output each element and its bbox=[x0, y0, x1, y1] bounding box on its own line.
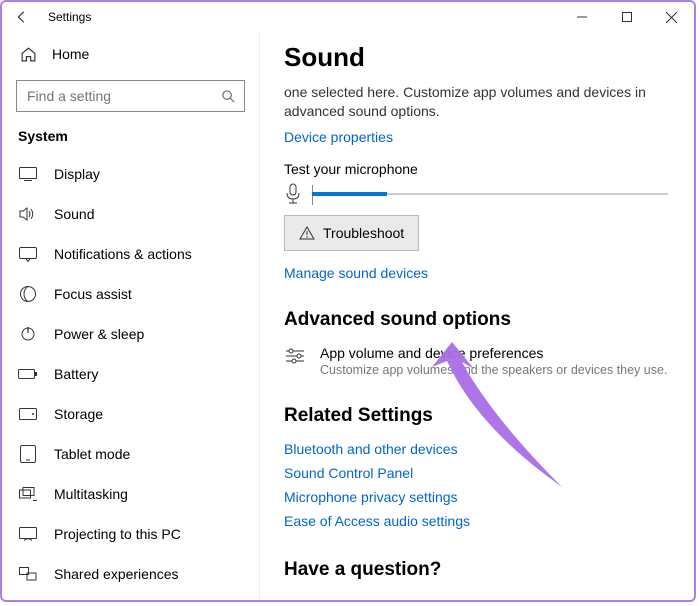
related-link-sound-control-panel[interactable]: Sound Control Panel bbox=[284, 465, 668, 481]
nav-item-battery[interactable]: Battery bbox=[2, 354, 259, 394]
home-nav-item[interactable]: Home bbox=[2, 36, 259, 72]
related-link-ease-of-access[interactable]: Ease of Access audio settings bbox=[284, 513, 668, 529]
page-title: Sound bbox=[284, 42, 668, 73]
nav-item-multitasking[interactable]: Multitasking bbox=[2, 474, 259, 514]
tablet-icon bbox=[18, 445, 38, 463]
close-icon bbox=[666, 12, 677, 23]
device-properties-link[interactable]: Device properties bbox=[284, 129, 668, 145]
multitasking-icon bbox=[18, 487, 38, 501]
back-button[interactable] bbox=[10, 5, 34, 29]
nav-label: Notifications & actions bbox=[54, 246, 192, 262]
advanced-item-title: App volume and device preferences bbox=[320, 345, 667, 361]
nav-item-projecting[interactable]: Projecting to this PC bbox=[2, 514, 259, 554]
nav-item-sound[interactable]: Sound bbox=[2, 194, 259, 234]
search-icon bbox=[221, 89, 236, 104]
question-heading: Have a question? bbox=[284, 559, 668, 581]
storage-icon bbox=[18, 408, 38, 420]
window-controls bbox=[559, 2, 694, 32]
manage-devices-link[interactable]: Manage sound devices bbox=[284, 265, 668, 281]
nav-label: Power & sleep bbox=[54, 326, 144, 342]
nav-item-power-sleep[interactable]: Power & sleep bbox=[2, 314, 259, 354]
advanced-item-desc: Customize app volumes and the speakers o… bbox=[320, 363, 667, 377]
page-subtext: one selected here. Customize app volumes… bbox=[284, 83, 668, 121]
maximize-button[interactable] bbox=[604, 2, 649, 32]
main-content: Sound one selected here. Customize app v… bbox=[260, 32, 694, 600]
search-input[interactable] bbox=[25, 87, 221, 105]
sidebar: Home System Display Sound Notifications … bbox=[2, 32, 260, 600]
shared-icon bbox=[18, 567, 38, 581]
nav-item-storage[interactable]: Storage bbox=[2, 394, 259, 434]
search-box[interactable] bbox=[16, 80, 245, 112]
display-icon bbox=[18, 167, 38, 181]
notifications-icon bbox=[18, 247, 38, 262]
mic-level-bar bbox=[312, 193, 668, 195]
nav-label: Battery bbox=[54, 366, 98, 382]
nav-item-notifications[interactable]: Notifications & actions bbox=[2, 234, 259, 274]
sound-icon bbox=[18, 206, 38, 222]
maximize-icon bbox=[622, 12, 632, 22]
battery-icon bbox=[18, 368, 38, 380]
power-icon bbox=[18, 326, 38, 342]
nav-item-display[interactable]: Display bbox=[2, 154, 259, 194]
nav-label: Multitasking bbox=[54, 486, 128, 502]
focus-assist-icon bbox=[18, 286, 38, 302]
titlebar: Settings bbox=[2, 2, 694, 32]
nav-label: Storage bbox=[54, 406, 103, 422]
sliders-icon bbox=[284, 347, 306, 365]
close-button[interactable] bbox=[649, 2, 694, 32]
app-volume-preferences-item[interactable]: App volume and device preferences Custom… bbox=[284, 345, 668, 377]
nav-label: Shared experiences bbox=[54, 566, 179, 582]
minimize-icon bbox=[577, 12, 587, 22]
related-link-microphone-privacy[interactable]: Microphone privacy settings bbox=[284, 489, 668, 505]
window-title: Settings bbox=[48, 10, 91, 24]
nav-item-shared-experiences[interactable]: Shared experiences bbox=[2, 554, 259, 594]
related-link-bluetooth[interactable]: Bluetooth and other devices bbox=[284, 441, 668, 457]
nav-item-tablet-mode[interactable]: Tablet mode bbox=[2, 434, 259, 474]
nav-label: Focus assist bbox=[54, 286, 132, 302]
section-heading: System bbox=[2, 124, 259, 154]
home-icon bbox=[18, 46, 38, 63]
microphone-icon bbox=[284, 183, 302, 205]
related-heading: Related Settings bbox=[284, 405, 668, 427]
nav-label: Display bbox=[54, 166, 100, 182]
nav-label: Sound bbox=[54, 206, 94, 222]
minimize-button[interactable] bbox=[559, 2, 604, 32]
test-mic-label: Test your microphone bbox=[284, 161, 668, 177]
troubleshoot-label: Troubleshoot bbox=[323, 225, 404, 241]
projecting-icon bbox=[18, 527, 38, 541]
mic-test-row bbox=[284, 183, 668, 205]
nav-item-focus-assist[interactable]: Focus assist bbox=[2, 274, 259, 314]
home-label: Home bbox=[52, 46, 89, 62]
arrow-left-icon bbox=[15, 10, 29, 24]
advanced-heading: Advanced sound options bbox=[284, 309, 668, 331]
nav-label: Tablet mode bbox=[54, 446, 130, 462]
nav-label: Projecting to this PC bbox=[54, 526, 181, 542]
warning-icon bbox=[299, 226, 315, 240]
troubleshoot-button[interactable]: Troubleshoot bbox=[284, 215, 419, 251]
